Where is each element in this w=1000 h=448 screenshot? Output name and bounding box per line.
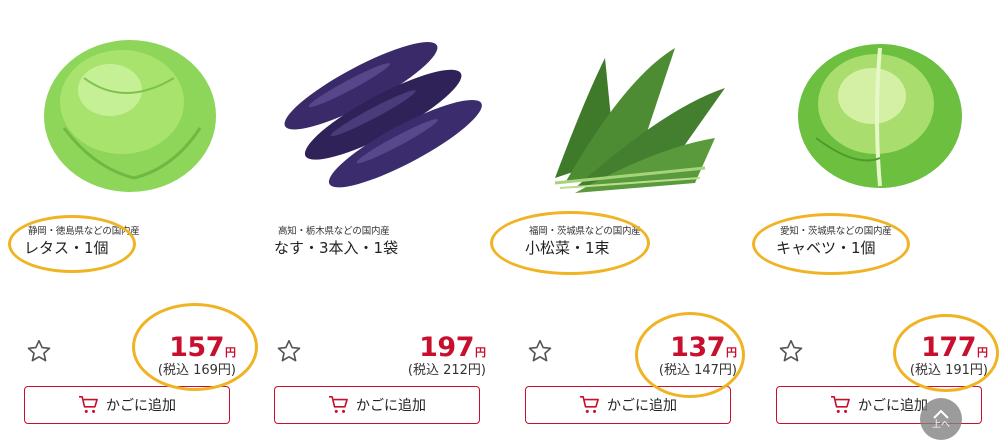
add-to-cart-label: かごに追加 [858,398,928,414]
yen-unit: 円 [977,346,988,359]
add-to-cart-label: かごに追加 [356,398,426,414]
tax-included-price: (税込 169円) [157,363,236,378]
add-to-cart-button[interactable]: かごに追加 [24,386,230,424]
price: 137 [670,332,725,363]
star-icon[interactable] [527,338,553,364]
cabbage-image[interactable] [776,18,988,203]
tax-included-price: (税込 147円) [658,363,737,378]
origin-label: 高知・栃木県などの国内産 [278,226,390,237]
yen-unit: 円 [726,346,737,359]
product-card-cabbage: 愛知・茨城県などの国内産 キャベツ・1個 177円 (税込 191円) かごに追… [776,0,996,448]
price: 197 [419,332,474,363]
product-grid: 静岡・徳島県などの国内産 レタス・1個 157円 (税込 169円) かごに追加 [0,0,1000,448]
product-name[interactable]: なす・3本入・1袋 [274,237,398,258]
tax-included-price: (税込 191円) [909,363,988,378]
product-name[interactable]: 小松菜・1束 [525,237,610,258]
add-to-cart-label: かごに追加 [106,398,176,414]
product-card-komatsuna: 福岡・茨城県などの国内産 小松菜・1束 137円 (税込 147円) かごに追加 [525,0,745,448]
product-name[interactable]: キャベツ・1個 [776,237,876,258]
tax-included-price: (税込 212円) [407,363,486,378]
yen-unit: 円 [225,346,236,359]
origin-label: 愛知・茨城県などの国内産 [780,226,892,237]
add-to-cart-label: かごに追加 [607,398,677,414]
scroll-to-top-label: 上へ [931,419,950,430]
yen-unit: 円 [475,346,486,359]
price: 157 [169,332,224,363]
star-icon[interactable] [276,338,302,364]
cart-icon [329,396,348,413]
add-to-cart-button[interactable]: かごに追加 [274,386,480,424]
star-icon[interactable] [778,338,804,364]
cart-icon [831,396,850,413]
lettuce-image[interactable] [24,18,236,203]
cart-icon [580,396,599,413]
price: 177 [921,332,976,363]
price-box: 197円 (税込 212円) [407,332,486,379]
product-name[interactable]: レタス・1個 [24,237,109,258]
star-icon[interactable] [26,338,52,364]
price-box: 157円 (税込 169円) [157,332,236,379]
cart-icon [79,396,98,413]
komatsuna-image[interactable] [525,18,737,203]
eggplant-image[interactable] [274,18,486,203]
origin-label: 福岡・茨城県などの国内産 [529,226,641,237]
price-box: 177円 (税込 191円) [909,332,988,379]
origin-label: 静岡・徳島県などの国内産 [28,226,140,237]
product-card-eggplant: 高知・栃木県などの国内産 なす・3本入・1袋 197円 (税込 212円) かご… [274,0,494,448]
chevron-up-icon [933,409,949,419]
price-box: 137円 (税込 147円) [658,332,737,379]
scroll-to-top-button[interactable]: 上へ [920,398,962,440]
add-to-cart-button[interactable]: かごに追加 [525,386,731,424]
product-card-lettuce: 静岡・徳島県などの国内産 レタス・1個 157円 (税込 169円) かごに追加 [24,0,244,448]
